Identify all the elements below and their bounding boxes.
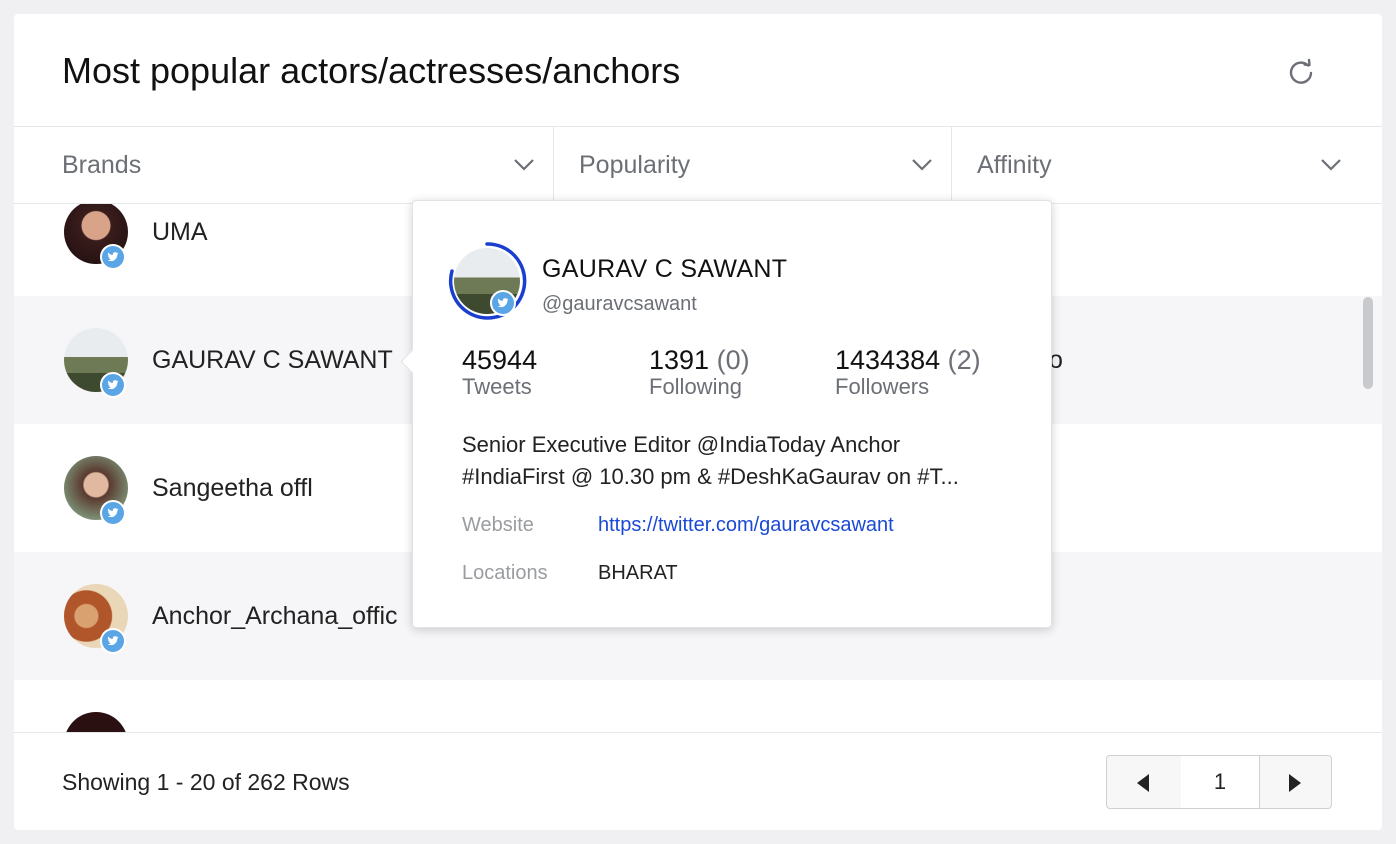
profile-handle: @gauravcsawant xyxy=(542,293,697,315)
profile-name: GAURAV C SAWANT xyxy=(542,255,788,283)
bio-line: Senior Executive Editor @IndiaToday Anch… xyxy=(462,432,901,457)
chevron-down-icon xyxy=(912,159,932,171)
widget-title: Most popular actors/actresses/anchors xyxy=(62,50,681,91)
stat-label: Tweets xyxy=(462,374,532,399)
locations-label: Locations xyxy=(462,562,548,584)
column-affinity-label: Affinity xyxy=(977,151,1052,179)
column-popularity-label: Popularity xyxy=(579,151,691,179)
current-page[interactable]: 1 xyxy=(1181,756,1260,808)
twitter-icon xyxy=(100,500,126,526)
vertical-scrollbar[interactable] xyxy=(1363,297,1373,389)
refresh-icon[interactable] xyxy=(1284,56,1318,90)
column-brands-dropdown[interactable]: Brands xyxy=(14,127,554,203)
twitter-icon xyxy=(100,372,126,398)
stat-followers: 1434384 (2) Followers xyxy=(835,345,981,400)
column-affinity-dropdown[interactable]: Affinity xyxy=(952,127,1382,203)
website-label: Website xyxy=(462,514,534,536)
column-header-bar: Brands Popularity Affinity xyxy=(14,127,1382,204)
prev-page-icon xyxy=(1137,774,1149,792)
row-name: GAURAV C SAWANT xyxy=(152,346,393,374)
row-name: Sangeetha offl xyxy=(152,474,313,502)
stat-delta: (2) xyxy=(947,345,981,375)
locations-value: BHARAT xyxy=(598,562,678,584)
stat-value: 1434384 xyxy=(835,345,941,375)
twitter-icon xyxy=(100,244,126,270)
row-name: UMA xyxy=(152,218,208,246)
chevron-down-icon xyxy=(1321,159,1341,171)
bio-line: #IndiaFirst @ 10.30 pm & #DeshKaGaurav o… xyxy=(462,464,959,489)
stat-value: 1391 xyxy=(649,345,710,375)
website-link[interactable]: https://twitter.com/gauravcsawant xyxy=(598,514,894,537)
row-name: Anchor_Archana_offic xyxy=(152,602,398,630)
avatar xyxy=(64,712,128,732)
stat-following: 1391 (0) Following xyxy=(649,345,750,400)
next-page-icon xyxy=(1289,774,1301,792)
prev-page-button[interactable] xyxy=(1107,756,1182,808)
widget-header: Most popular actors/actresses/anchors xyxy=(14,14,1382,127)
next-page-button[interactable] xyxy=(1259,756,1331,808)
chevron-down-icon xyxy=(514,159,534,171)
pagination: 1 xyxy=(1106,755,1332,809)
table-footer: Showing 1 - 20 of 262 Rows 1 xyxy=(14,732,1382,830)
twitter-icon xyxy=(490,290,516,316)
stat-label: Followers xyxy=(835,374,930,399)
stat-label: Following xyxy=(649,374,742,399)
profile-bio: Senior Executive Editor @IndiaToday Anch… xyxy=(462,429,1022,493)
table-row[interactable] xyxy=(14,680,1382,732)
twitter-icon xyxy=(100,628,126,654)
stat-tweets: 45944 Tweets xyxy=(462,345,537,400)
stat-value: 45944 xyxy=(462,345,538,375)
row-count-text: Showing 1 - 20 of 262 Rows xyxy=(62,769,350,795)
column-brands-label: Brands xyxy=(62,151,142,179)
column-popularity-dropdown[interactable]: Popularity xyxy=(554,127,952,203)
profile-popover: GAURAV C SAWANT @gauravcsawant 45944 Twe… xyxy=(400,200,1052,628)
stat-delta: (0) xyxy=(716,345,750,375)
